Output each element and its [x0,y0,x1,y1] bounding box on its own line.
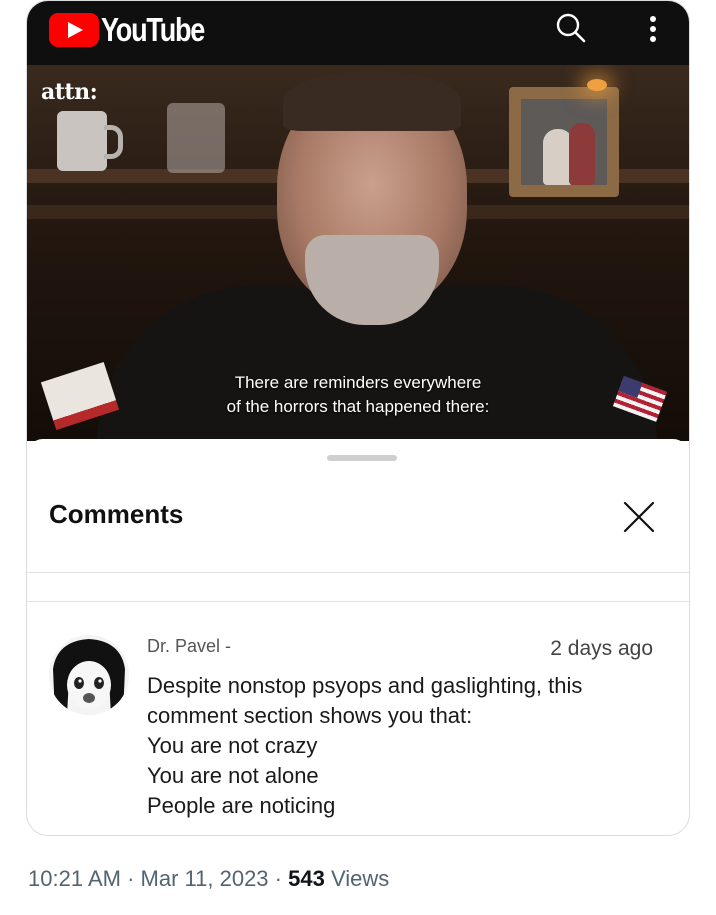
embedded-screenshot-card: YouTube attn: There are reminders everyw… [26,0,690,836]
video-subtitle: There are reminders everywhere of the ho… [27,371,689,419]
avatar[interactable] [49,635,129,715]
comments-title: Comments [49,499,184,529]
comment-line: Despite nonstop psyops and gaslighting, … [147,673,583,698]
tweet-date[interactable]: Mar 11, 2023 [141,866,269,891]
video-player[interactable]: attn: There are reminders everywhere of … [27,65,689,441]
tweet-time[interactable]: 10:21 AM [28,866,121,891]
separator-dot: · [127,866,135,891]
comment-timestamp: 2 days ago [550,637,653,660]
comment-author[interactable]: Dr. Pavel - [147,636,231,657]
background-lamp [587,79,607,91]
comment-line: comment section shows you that: [147,703,473,728]
views-label[interactable]: Views [331,866,389,891]
youtube-wordmark: YouTube [101,11,205,48]
comment-line: People are noticing [147,793,336,818]
comment-line: You are not crazy [147,733,318,758]
background-photo-frame [509,87,619,197]
background-mug [57,111,123,171]
views-count[interactable]: 543 [288,866,325,891]
search-icon[interactable] [551,9,591,49]
tweet-metadata: 10:21 AM · Mar 11, 2023 · 543 Views [28,866,389,892]
comment-line: You are not alone [147,763,319,788]
comments-sheet: Comments Dr. Pavel - 2 days ago Despite … [27,439,689,835]
channel-logo: attn: [41,79,98,105]
comment-text: Despite nonstop psyops and gaslighting, … [147,671,667,821]
separator-dot: · [274,866,282,891]
drag-handle[interactable] [327,455,397,461]
more-vertical-icon[interactable] [633,9,673,49]
youtube-logo[interactable]: YouTube [49,11,227,49]
youtube-play-icon [49,13,99,47]
anime-avatar-icon [49,635,129,715]
divider [27,572,689,573]
background-glass [167,103,225,173]
subtitle-line: of the horrors that happened there: [226,397,490,416]
youtube-top-bar: YouTube [27,1,689,65]
speaker-hair [283,71,461,131]
subtitle-line: There are reminders everywhere [234,373,482,392]
close-icon[interactable] [619,497,659,537]
divider [27,601,689,602]
